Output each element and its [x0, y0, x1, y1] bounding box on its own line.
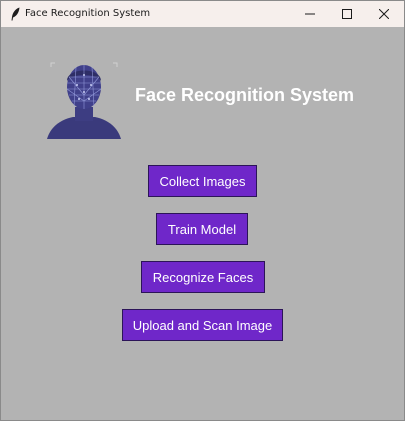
maximize-icon	[342, 9, 352, 19]
close-button[interactable]	[365, 1, 403, 27]
train-model-button[interactable]: Train Model	[156, 213, 248, 245]
page-title: Face Recognition System	[135, 85, 355, 105]
window-title: Face Recognition System	[25, 8, 151, 19]
minimize-icon	[305, 13, 315, 15]
close-icon	[379, 9, 389, 19]
title-bar[interactable]: Face Recognition System	[1, 1, 404, 27]
face-mesh-icon	[47, 62, 121, 139]
recognize-faces-button[interactable]: Recognize Faces	[141, 261, 265, 293]
collect-images-button[interactable]: Collect Images	[148, 165, 257, 197]
main-panel: Face Recognition System Collect Images T…	[1, 27, 404, 420]
minimize-button[interactable]	[291, 1, 329, 27]
maximize-button[interactable]	[328, 1, 366, 27]
feather-icon	[11, 7, 20, 21]
app-window: Face Recognition System Face Recognition…	[0, 0, 405, 421]
upload-scan-image-button[interactable]: Upload and Scan Image	[122, 309, 283, 341]
